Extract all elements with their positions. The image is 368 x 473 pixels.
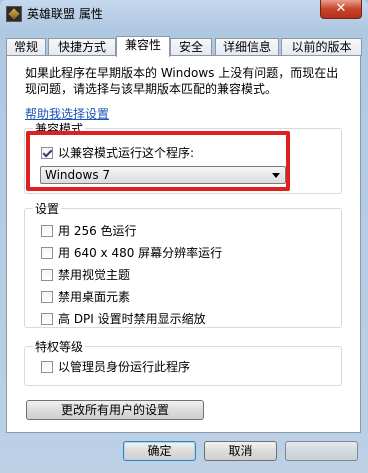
setting-disable-visual-themes-checkbox[interactable] [41,269,53,281]
highlight-annotation-box [26,131,290,191]
compatibility-panel: 如果此程序在早期版本的 Windows 上没有问题，而现在出 现问题，请选择与该… [6,55,361,433]
intro-line-2: 现问题，请选择与该早期版本匹配的兼容模式。 [25,82,278,96]
change-all-users-button[interactable]: 更改所有用户的设置 [26,400,204,420]
setting-disable-visual-themes-label: 禁用视觉主题 [58,268,131,282]
setting-256-color-checkbox[interactable] [41,225,53,237]
setting-disable-desktop-composition-label: 禁用桌面元素 [58,290,131,304]
tab-general[interactable]: 常规 [6,38,46,56]
setting-256-color[interactable]: 用 256 色运行 [41,224,137,240]
cancel-button[interactable]: 取消 [204,441,277,461]
title-bar[interactable]: 英雄联盟 属性 ✕ [0,0,368,30]
setting-disable-dpi-scaling-label: 高 DPI 设置时禁用显示缩放 [58,312,206,326]
tab-bar: 常规 快捷方式 兼容性 安全 详细信息 以前的版本 [6,36,362,57]
setting-disable-dpi-scaling[interactable]: 高 DPI 设置时禁用显示缩放 [41,312,206,328]
intro-text: 如果此程序在早期版本的 Windows 上没有问题，而现在出 现问题，请选择与该… [25,65,345,97]
tab-security[interactable]: 安全 [170,38,212,56]
properties-window: 英雄联盟 属性 ✕ 常规 快捷方式 兼容性 安全 详细信息 以前的版本 如果此程… [0,0,368,473]
tab-shortcut[interactable]: 快捷方式 [48,38,116,56]
setting-640x480-label: 用 640 x 480 屏幕分辨率运行 [58,246,223,260]
setting-640x480-checkbox[interactable] [41,247,53,259]
setting-disable-desktop-composition[interactable]: 禁用桌面元素 [41,290,130,306]
window-title: 英雄联盟 属性 [27,7,103,21]
ok-button[interactable]: 确定 [123,441,196,461]
intro-line-1: 如果此程序在早期版本的 Windows 上没有问题，而现在出 [25,66,339,80]
tab-previous-versions[interactable]: 以前的版本 [281,38,362,56]
run-as-admin-checkbox[interactable] [41,361,53,373]
setting-disable-desktop-composition-checkbox[interactable] [41,291,53,303]
setting-256-color-label: 用 256 色运行 [58,224,137,238]
app-icon [6,6,22,22]
privilege-title: 特权等级 [33,338,86,355]
apply-button[interactable] [285,441,358,461]
close-button[interactable]: ✕ [320,0,362,19]
run-as-admin-label: 以管理员身份运行此程序 [58,360,191,374]
setting-disable-dpi-scaling-checkbox[interactable] [41,313,53,325]
setting-disable-visual-themes[interactable]: 禁用视觉主题 [41,268,130,284]
tab-compatibility[interactable]: 兼容性 [116,36,170,57]
settings-title: 设置 [33,200,62,217]
tab-details[interactable]: 详细信息 [215,38,279,56]
setting-640x480[interactable]: 用 640 x 480 屏幕分辨率运行 [41,246,222,262]
run-as-admin-row[interactable]: 以管理员身份运行此程序 [41,360,190,376]
